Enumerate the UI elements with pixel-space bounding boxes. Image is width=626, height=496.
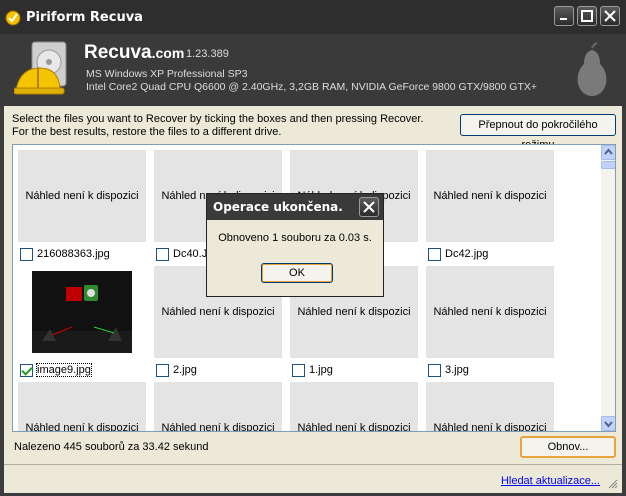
piriform-pear-icon bbox=[577, 42, 607, 96]
file-checkbox[interactable] bbox=[156, 364, 169, 377]
recuva-logo-icon bbox=[14, 41, 67, 95]
file-tile[interactable]: Náhled není k dispozici bbox=[426, 382, 554, 431]
resize-grip-icon[interactable] bbox=[608, 479, 618, 489]
status-text: Nalezeno 445 souborů za 33.42 sekund bbox=[14, 441, 209, 453]
recover-button[interactable]: Obnov... bbox=[520, 436, 616, 458]
file-tile[interactable]: Náhled není k dispozici Dc42.jpg bbox=[426, 150, 554, 266]
advanced-mode-button[interactable]: Přepnout do pokročilého režimu bbox=[460, 114, 616, 151]
image-preview bbox=[18, 266, 146, 358]
version-label: 1.23.389 bbox=[186, 48, 229, 60]
operation-complete-dialog: Operace ukončena. Obnoveno 1 souboru za … bbox=[206, 193, 384, 297]
file-checkbox[interactable] bbox=[20, 248, 33, 261]
footer-bar: Hledat aktualizace... bbox=[4, 464, 622, 493]
scroll-thumb[interactable] bbox=[601, 161, 615, 169]
dialog-title-bar[interactable]: Operace ukončena. bbox=[207, 194, 383, 220]
arrow-up-icon bbox=[604, 148, 613, 155]
app-header: Recuva.com 1.23.389 MS Windows XP Profes… bbox=[0, 34, 626, 106]
close-icon bbox=[363, 201, 375, 213]
maximize-icon bbox=[581, 10, 593, 22]
file-checkbox[interactable] bbox=[20, 364, 33, 377]
instructions-line-2: For the best results, restore the files … bbox=[12, 126, 282, 138]
dialog-title: Operace ukončena. bbox=[213, 200, 343, 214]
thumbnail-placeholder: Náhled není k dispozici bbox=[18, 382, 146, 431]
instructions-line-1: Select the files you want to Recover by … bbox=[12, 113, 424, 125]
instructions: Select the files you want to Recover by … bbox=[12, 113, 424, 139]
wallpaper-preview-image bbox=[32, 271, 132, 353]
thumbnail-placeholder: Náhled není k dispozici bbox=[18, 150, 146, 242]
file-tile[interactable]: image9.jpg bbox=[18, 266, 146, 382]
file-checkbox[interactable] bbox=[428, 248, 441, 261]
file-checkbox[interactable] bbox=[428, 364, 441, 377]
thumbnail-placeholder: Náhled není k dispozici bbox=[290, 382, 418, 431]
file-tile[interactable]: Náhled není k dispozici bbox=[290, 382, 418, 431]
close-icon bbox=[604, 10, 616, 22]
close-button[interactable] bbox=[600, 6, 620, 26]
title-bar[interactable]: Piriform Recuva bbox=[0, 0, 626, 34]
check-updates-link[interactable]: Hledat aktualizace... bbox=[501, 475, 600, 487]
thumbnail-placeholder: Náhled není k dispozici bbox=[154, 382, 282, 431]
file-name: 216088363.jpg bbox=[37, 248, 110, 260]
recuva-app-icon bbox=[5, 10, 21, 26]
hardware-info: Intel Core2 Quad CPU Q6600 @ 2.40GHz, 3,… bbox=[86, 81, 537, 93]
maximize-button[interactable] bbox=[577, 6, 597, 26]
scroll-up-button[interactable] bbox=[601, 145, 615, 160]
file-name: 1.jpg bbox=[309, 364, 333, 376]
file-tile[interactable]: Náhled není k dispozici 216088363.jpg bbox=[18, 150, 146, 266]
thumbnail-placeholder: Náhled není k dispozici bbox=[426, 266, 554, 358]
dialog-close-button[interactable] bbox=[359, 197, 379, 217]
recuva-window: Piriform Recuva Recuva.com 1.23.389 MS W… bbox=[0, 0, 626, 496]
file-name: image9.jpg bbox=[36, 363, 92, 377]
arrow-down-icon bbox=[604, 421, 613, 428]
ok-button[interactable]: OK bbox=[261, 263, 333, 283]
minimize-button[interactable] bbox=[554, 6, 574, 26]
file-name: 2.jpg bbox=[173, 364, 197, 376]
thumbnail-placeholder: Náhled není k dispozici bbox=[426, 150, 554, 242]
file-checkbox[interactable] bbox=[292, 364, 305, 377]
thumbnail-placeholder: Náhled není k dispozici bbox=[426, 382, 554, 431]
vertical-scrollbar[interactable] bbox=[601, 145, 615, 431]
file-tile[interactable]: Náhled není k dispozici bbox=[18, 382, 146, 431]
window-title: Piriform Recuva bbox=[26, 10, 143, 25]
scroll-down-button[interactable] bbox=[601, 416, 615, 431]
os-info: MS Windows XP Professional SP3 bbox=[86, 68, 248, 80]
file-checkbox[interactable] bbox=[156, 248, 169, 261]
file-name: 3.jpg bbox=[445, 364, 469, 376]
minimize-icon bbox=[560, 18, 567, 20]
file-tile[interactable]: Náhled není k dispozici bbox=[154, 382, 282, 431]
dialog-message: Obnoveno 1 souboru za 0.03 s. bbox=[218, 232, 372, 244]
brand-name: Recuva.com bbox=[84, 42, 185, 63]
file-name: Dc42.jpg bbox=[445, 248, 489, 260]
file-tile[interactable]: Náhled není k dispozici 3.jpg bbox=[426, 266, 554, 382]
